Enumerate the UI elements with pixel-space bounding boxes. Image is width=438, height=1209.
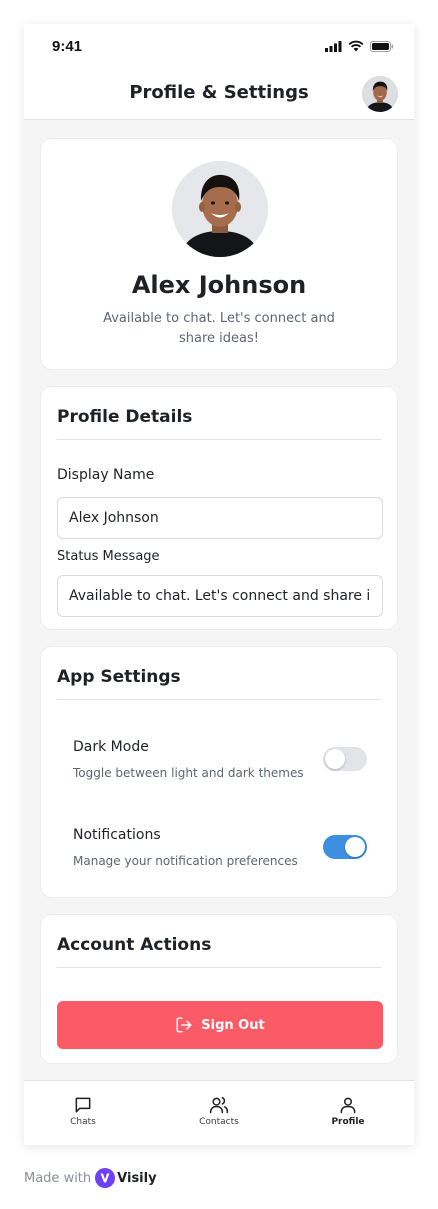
notifications-toggle[interactable]: [323, 835, 367, 859]
status-bar: 9:41: [24, 24, 414, 70]
made-with-text: Made with: [24, 1170, 92, 1186]
status-message-label: Status Message: [57, 549, 160, 564]
users-icon: [209, 1097, 229, 1114]
nav-item-chats[interactable]: Chats: [33, 1095, 133, 1127]
chat-bubble-icon: [75, 1097, 91, 1113]
status-message-input[interactable]: [57, 575, 383, 617]
display-name-input[interactable]: [57, 497, 383, 539]
dark-mode-description: Toggle between light and dark themes: [73, 766, 304, 780]
status-time: 9:41: [52, 38, 83, 55]
dark-mode-toggle[interactable]: [323, 747, 367, 771]
section-title-account-actions: Account Actions: [57, 935, 212, 955]
sign-out-button[interactable]: Sign Out: [57, 1001, 383, 1049]
user-icon: [340, 1097, 356, 1114]
sign-out-icon: [176, 1017, 192, 1033]
page-title: Profile & Settings: [129, 82, 309, 103]
section-title-app-settings: App Settings: [57, 667, 181, 687]
app-settings-card: App Settings Dark Mode Toggle between li…: [40, 646, 398, 898]
profile-card: Alex Johnson Available to chat. Let's co…: [40, 138, 398, 370]
app-header: Profile & Settings: [24, 70, 414, 120]
nav-item-profile[interactable]: Profile: [298, 1095, 398, 1127]
avatar-image: [362, 76, 398, 112]
visily-logo-icon: [95, 1168, 116, 1188]
nav-label-contacts: Contacts: [199, 1117, 239, 1127]
visily-logo: Visily: [95, 1168, 157, 1188]
account-actions-card: Account Actions Sign Out: [40, 914, 398, 1064]
visily-brand-text: Visily: [117, 1170, 157, 1186]
section-divider: [57, 967, 381, 968]
nav-label-profile: Profile: [331, 1117, 365, 1127]
status-icons: [325, 40, 394, 52]
phone-frame: 9:41 Profile & Settings Alex Johnson Ava…: [24, 24, 414, 1145]
dark-mode-label: Dark Mode: [73, 739, 149, 755]
notifications-description: Manage your notification preferences: [73, 854, 298, 868]
profile-name: Alex Johnson: [131, 271, 307, 299]
bottom-nav: Chats Contacts Profile: [24, 1080, 414, 1145]
profile-status-text: Available to chat. Let's connect and sha…: [103, 311, 335, 346]
made-with-badge[interactable]: Made with Visily: [24, 1168, 157, 1188]
nav-label-chats: Chats: [70, 1117, 96, 1127]
nav-item-contacts[interactable]: Contacts: [169, 1095, 269, 1127]
sign-out-label: Sign Out: [201, 1017, 265, 1033]
toggle-knob: [345, 837, 365, 857]
section-divider: [57, 439, 381, 440]
toggle-knob: [325, 749, 345, 769]
notifications-label: Notifications: [73, 827, 161, 843]
section-title-profile-details: Profile Details: [57, 407, 193, 427]
battery-icon: [370, 40, 394, 52]
profile-details-card: Profile Details Display Name Status Mess…: [40, 386, 398, 630]
signal-icon: [325, 40, 342, 52]
section-divider: [57, 699, 381, 700]
header-avatar[interactable]: [362, 76, 398, 112]
avatar-image: [172, 161, 268, 257]
profile-avatar[interactable]: [172, 161, 268, 257]
wifi-icon: [348, 40, 364, 52]
display-name-label: Display Name: [57, 467, 155, 483]
